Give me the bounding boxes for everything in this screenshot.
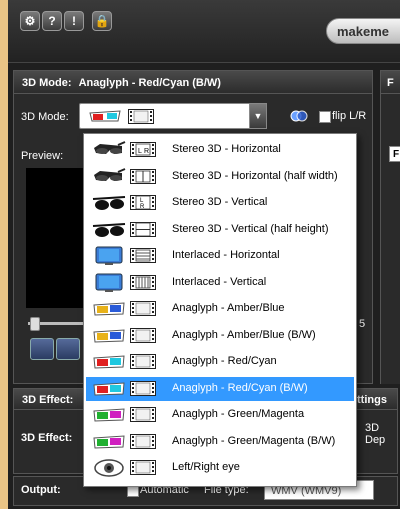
red-cyan-glasses-icon <box>89 110 121 122</box>
dropdown-option[interactable]: L R Stereo 3D - Horizontal <box>86 138 354 162</box>
camera-button[interactable] <box>30 338 54 360</box>
svg-text:R: R <box>144 148 149 155</box>
film-icon <box>130 433 156 452</box>
lock-icon[interactable]: 🔒 <box>92 11 112 31</box>
red-cyan-glasses-icon <box>92 352 125 372</box>
depth-label: 3D Dep <box>365 422 386 446</box>
cut-button[interactable] <box>56 338 80 360</box>
dropdown-option-label: Anaglyph - Red/Cyan <box>172 355 277 367</box>
dropdown-option[interactable]: Anaglyph - Red/Cyan (B/W) <box>86 376 354 401</box>
film-icon <box>130 327 156 346</box>
film-icon <box>130 221 156 240</box>
help-button[interactable]: ? <box>42 11 62 31</box>
rings-icon[interactable] <box>290 110 308 122</box>
monitor-icon <box>92 273 124 293</box>
right-panel-body: F <box>380 94 400 384</box>
dropdown-option-label: Anaglyph - Amber/Blue (B/W) <box>172 328 316 341</box>
dropdown-option[interactable]: Interlaced - Horizontal <box>86 244 354 268</box>
dropdown-option-label: Anaglyph - Red/Cyan (B/W) <box>172 381 308 394</box>
effect-header-label: 3D Effect: <box>22 394 74 406</box>
dropdown-option-label: Anaglyph - Amber/Blue <box>172 302 285 314</box>
dropdown-option[interactable]: Anaglyph - Amber/Blue (B/W) <box>86 324 354 348</box>
dropdown-option[interactable]: Anaglyph - Green/Magenta <box>86 403 354 427</box>
dropdown-option-label: Stereo 3D - Vertical <box>172 196 268 208</box>
preview-label: Preview: <box>21 150 64 162</box>
eye-icon <box>92 458 124 478</box>
film-icon <box>130 354 156 372</box>
film-icon <box>130 380 156 399</box>
right-panel-header: F <box>380 70 400 94</box>
film-icon <box>130 274 156 293</box>
info-button[interactable]: ! <box>64 11 84 31</box>
film-icon <box>128 109 154 124</box>
dropdown-option[interactable]: Anaglyph - Green/Magenta (B/W) <box>86 430 354 454</box>
mode-dropdown-list: L R Stereo 3D - Horizontal Stereo 3D - Hori… <box>83 133 357 487</box>
slider-end-label: 5 <box>359 318 366 330</box>
red-cyan-glasses-icon <box>92 379 125 399</box>
dropdown-option[interactable]: Stereo 3D - Vertical (half height) <box>86 218 354 242</box>
monitor-icon <box>92 246 124 266</box>
slider-handle[interactable] <box>30 317 40 331</box>
dropdown-option-label: Stereo 3D - Vertical (half height) <box>172 222 329 235</box>
film-icon <box>130 248 156 266</box>
right-panel-letter: F <box>389 146 400 162</box>
dropdown-option-label: Left/Right eye <box>172 461 240 473</box>
shutter-glasses-icon <box>92 167 126 187</box>
mode-select[interactable] <box>79 103 267 129</box>
dropdown-option[interactable]: Anaglyph - Red/Cyan <box>86 350 354 374</box>
dropdown-option[interactable]: Interlaced - Vertical <box>86 271 354 295</box>
dropdown-option-label: Stereo 3D - Horizontal <box>172 143 281 155</box>
amber-blue-glasses-icon <box>92 326 125 346</box>
amber-blue-glasses-icon <box>92 299 125 319</box>
dropdown-option[interactable]: Anaglyph - Amber/Blue <box>86 297 354 321</box>
svg-text:L: L <box>138 148 142 155</box>
mode-panel-title-value: Anaglyph - Red/Cyan (B/W) <box>78 77 221 89</box>
effect-label: 3D Effect: <box>21 432 73 444</box>
mode-panel-header: 3D Mode: Anaglyph - Red/Cyan (B/W) <box>13 70 373 94</box>
film-icon <box>130 460 156 478</box>
chevron-down-icon[interactable]: ▼ <box>249 103 267 129</box>
preview-area <box>26 168 90 308</box>
output-label: Output: <box>21 484 61 496</box>
film-icon <box>130 168 156 187</box>
dropdown-option-label: Anaglyph - Green/Magenta <box>172 408 305 420</box>
flip-checkbox[interactable] <box>319 111 331 123</box>
film-icon: LR <box>130 142 156 160</box>
polarized-glasses-icon <box>92 193 126 213</box>
brand-logo: makeme <box>326 18 400 44</box>
dropdown-option[interactable]: Stereo 3D - Horizontal (half width) <box>86 165 354 189</box>
flip-label: flip L/R <box>332 110 367 122</box>
film-icon: LR <box>130 195 156 213</box>
film-icon <box>130 407 156 425</box>
svg-text:R: R <box>140 204 145 210</box>
dropdown-option-label: Stereo 3D - Horizontal (half width) <box>172 169 338 182</box>
mode-panel-title-prefix: 3D Mode: <box>22 77 72 89</box>
mode-label: 3D Mode: <box>21 111 69 123</box>
green-magenta-glasses-icon <box>92 432 125 452</box>
dropdown-option[interactable]: Left/Right eye <box>86 456 354 480</box>
dropdown-option-label: Anaglyph - Green/Magenta (B/W) <box>172 434 336 447</box>
shutter-glasses-icon <box>92 140 126 160</box>
green-magenta-glasses-icon <box>92 405 125 425</box>
dropdown-option-label: Interlaced - Vertical <box>172 275 267 288</box>
top-toolbar: ⚙ ? ! 🔒 makeme <box>8 0 400 63</box>
dropdown-option[interactable]: L R Stereo 3D - Vertical <box>86 191 354 215</box>
gear-icon[interactable]: ⚙ <box>20 11 40 31</box>
film-icon <box>130 301 156 319</box>
dropdown-option-label: Interlaced - Horizontal <box>172 249 280 261</box>
effect-header-right: ttings <box>357 394 387 406</box>
polarized-glasses-icon <box>92 220 126 240</box>
